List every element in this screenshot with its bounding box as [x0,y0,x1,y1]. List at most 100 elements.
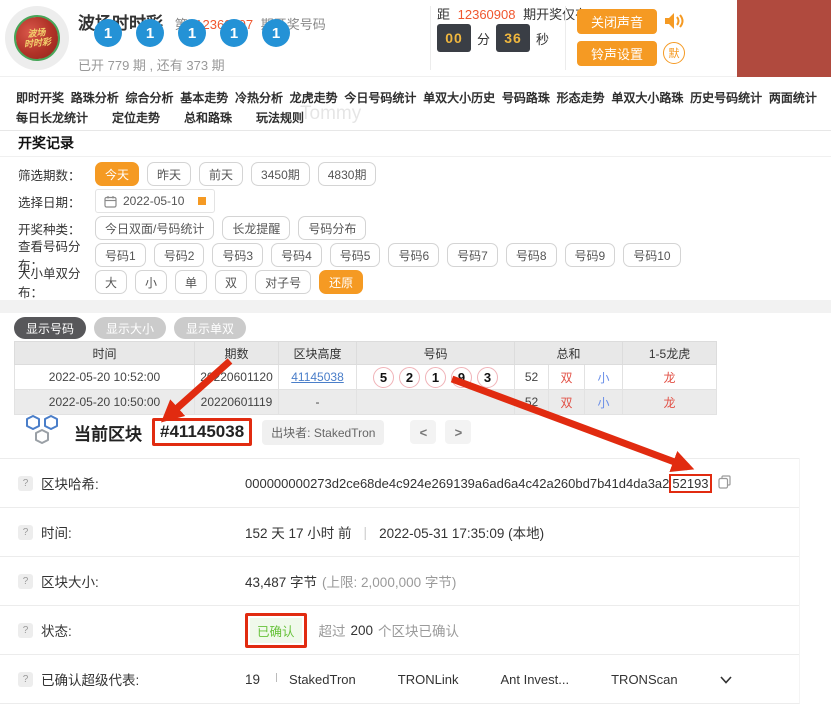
filter-label: 开奖种类： [18,222,81,237]
divider [0,156,831,157]
big-button[interactable]: 大 [95,270,128,294]
logo-badge: 波场 时时彩 [11,12,63,64]
sr-name[interactable]: Ant Invest... [500,672,569,687]
number-9-button[interactable]: 号码9 [564,243,616,267]
result-ball: 1 [94,19,122,47]
block-height-link[interactable]: 41145038 [291,370,344,384]
cell-issue: 20220601119 [194,389,279,415]
number-ball: 2 [399,366,420,388]
number-5-button[interactable]: 号码5 [329,243,381,267]
nav-item[interactable]: 形态走势 [557,89,605,106]
help-icon[interactable]: ? [18,622,33,638]
next-block-button[interactable]: > [445,420,472,444]
block-details: ? 区块哈希: 000000000273d2ce68de4c924e269139… [0,458,800,704]
number-8-button[interactable]: 号码8 [505,243,557,267]
number-ball: 9 [451,366,472,388]
help-icon[interactable]: ? [18,475,33,491]
sr-name[interactable]: TRONLink [398,672,459,687]
nav-item[interactable]: 基本走势 [180,89,228,106]
nav-item[interactable]: 综合分析 [125,89,173,106]
number-7-button[interactable]: 号码7 [447,243,498,267]
divider [430,6,431,70]
nav-item[interactable]: 两面统计 [769,89,817,106]
date-picker[interactable]: 2022-05-10 [95,189,215,213]
default-ring-icon[interactable]: 默 [663,42,685,64]
chevron-down-icon[interactable] [719,672,732,687]
odd-button[interactable]: 单 [175,270,208,294]
tab-show-bigsmall[interactable]: 显示大小 [94,317,167,339]
help-icon[interactable]: ? [18,573,33,589]
prev-block-button[interactable]: < [410,420,437,444]
nav-item[interactable]: 总和路珠 [184,109,232,126]
tab-show-oddeven[interactable]: 显示单双 [174,317,247,339]
mute-sound-button[interactable]: 关闭声音 [577,9,657,34]
sr-name[interactable]: TRONScan [611,672,677,687]
time-ago: 152 天 17 小时 前 [245,526,352,541]
filter-yesterday-button[interactable]: 昨天 [147,162,192,186]
status-count: 200 [350,622,374,638]
draw-numbers: 5 2 1 9 3 [357,366,514,388]
number-1-button[interactable]: 号码1 [95,243,146,267]
watermark: Tommy [300,103,362,124]
countdown-timer: 00 分 36 秒 [437,24,549,52]
sr-label: 已确认超级代表: [41,673,140,688]
filter-4830-button[interactable]: 4830期 [317,162,377,186]
number-6-button[interactable]: 号码6 [388,243,440,267]
nav-item[interactable]: 定位走势 [112,109,160,126]
filter-3450-button[interactable]: 3450期 [251,162,310,186]
small-button[interactable]: 小 [135,270,168,294]
even-button[interactable]: 双 [215,270,248,294]
filter-today-button[interactable]: 今天 [95,162,140,186]
tab-show-numbers[interactable]: 显示号码 [14,317,87,339]
nav-item[interactable]: 玩法规则 [256,109,304,126]
sr-name[interactable]: StakedTron [289,672,356,687]
help-icon[interactable]: ? [18,671,33,687]
col-sum: 总和 [513,341,624,365]
col-dragon-tiger: 1-5龙虎 [622,341,718,365]
nav-item[interactable]: 即时开奖 [16,89,64,106]
block-hash: 000000000273d2ce68de4c924e269139a6ad6a4c… [245,473,712,493]
number-ball: 3 [477,366,498,388]
type-streak-button[interactable]: 长龙提醒 [222,216,291,240]
col-issue: 期数 [194,341,279,365]
copy-icon[interactable] [717,474,731,492]
cell-block-height: - [278,389,357,415]
detail-row-status: ? 状态: 已确认 超过 200 个区块已确认 [0,605,799,654]
nav-item[interactable]: 历史号码统计 [690,89,762,106]
nav-item[interactable]: 单双大小路珠 [611,89,683,106]
status-pre: 超过 [318,624,346,639]
number-10-button[interactable]: 号码10 [623,243,681,267]
number-2-button[interactable]: 号码2 [153,243,205,267]
ring-settings-button[interactable]: 铃声设置 [577,41,657,66]
number-ball: 1 [425,366,446,388]
pair-button[interactable]: 对子号 [255,270,312,294]
status-post: 个区块已确认 [378,624,460,639]
number-4-button[interactable]: 号码4 [271,243,322,267]
cell-odd-even: 双 [548,364,585,390]
cell-odd-even: 双 [548,389,585,415]
table-header-row: 时间 期数 区块高度 号码 总和 1-5龙虎 [14,341,718,365]
type-distribution-button[interactable]: 号码分布 [298,216,367,240]
type-stats-button[interactable]: 今日双面/号码统计 [95,216,215,240]
next-issue-number: 12360908 [457,7,516,22]
nav-item[interactable]: 每日长龙统计 [16,109,88,126]
nav-item[interactable]: 单双大小历史 [423,89,495,106]
filter-daybefore-button[interactable]: 前天 [199,162,244,186]
logo-text-2: 时时彩 [23,36,52,50]
nav-item[interactable]: 冷热分析 [235,89,283,106]
filters: 筛选期数： 今天 昨天 前天 3450期 4830期 选择日期： 2022-05… [18,162,681,300]
filter-period-row: 筛选期数： 今天 昨天 前天 3450期 4830期 [18,162,681,186]
header: 波场 时时彩 波场时时彩 第 12360907 期开奖号码 1 1 1 1 1 … [0,0,831,77]
nav-item[interactable]: 号码路珠 [502,89,550,106]
detail-row-hash: ? 区块哈希: 000000000273d2ce68de4c924e269139… [0,458,799,507]
display-tabs: 显示号码 显示大小 显示单双 [14,317,247,339]
size-label: 区块大小: [41,575,99,590]
cell-issue: 20220601120 [194,364,279,390]
speaker-icon[interactable] [664,11,686,36]
number-3-button[interactable]: 号码3 [212,243,264,267]
nav-item[interactable]: 路珠分析 [71,89,119,106]
table-row: 2022-05-20 10:50:00 20220601119 - 52 双 小… [14,389,718,415]
status-annotation-box: 已确认 [245,612,307,648]
reset-button[interactable]: 还原 [319,270,364,294]
help-icon[interactable]: ? [18,524,33,540]
